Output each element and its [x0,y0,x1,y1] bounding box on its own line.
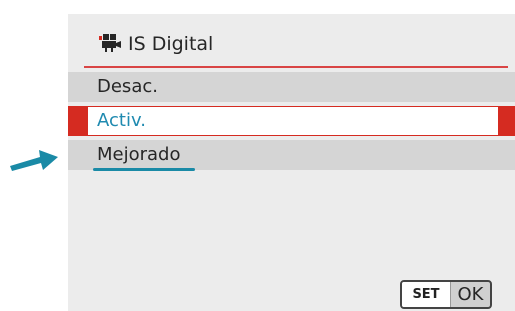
menu-option-label: Mejorado [97,144,181,165]
menu-option-mejorado[interactable]: Mejorado [68,140,515,170]
header-divider [84,66,508,68]
ok-label: OK [457,284,484,305]
menu-option-label: Activ. [97,110,146,131]
menu-option-desac[interactable]: Desac. [68,72,515,102]
menu-option-label: Desac. [97,76,158,97]
set-label: SET [402,282,451,307]
camera-menu-screen: IS Digital Desac. Activ. Mejorado SET OK [68,14,515,311]
menu-option-activ[interactable]: Activ. [68,106,515,136]
movie-camera-icon [99,34,121,52]
set-ok-button[interactable]: SET OK [400,280,492,309]
mejorado-underline [93,168,195,171]
menu-header: IS Digital [99,31,213,57]
pointer-arrow-icon [10,150,58,171]
selected-option-highlight: Activ. [88,107,498,135]
menu-title: IS Digital [128,33,214,55]
